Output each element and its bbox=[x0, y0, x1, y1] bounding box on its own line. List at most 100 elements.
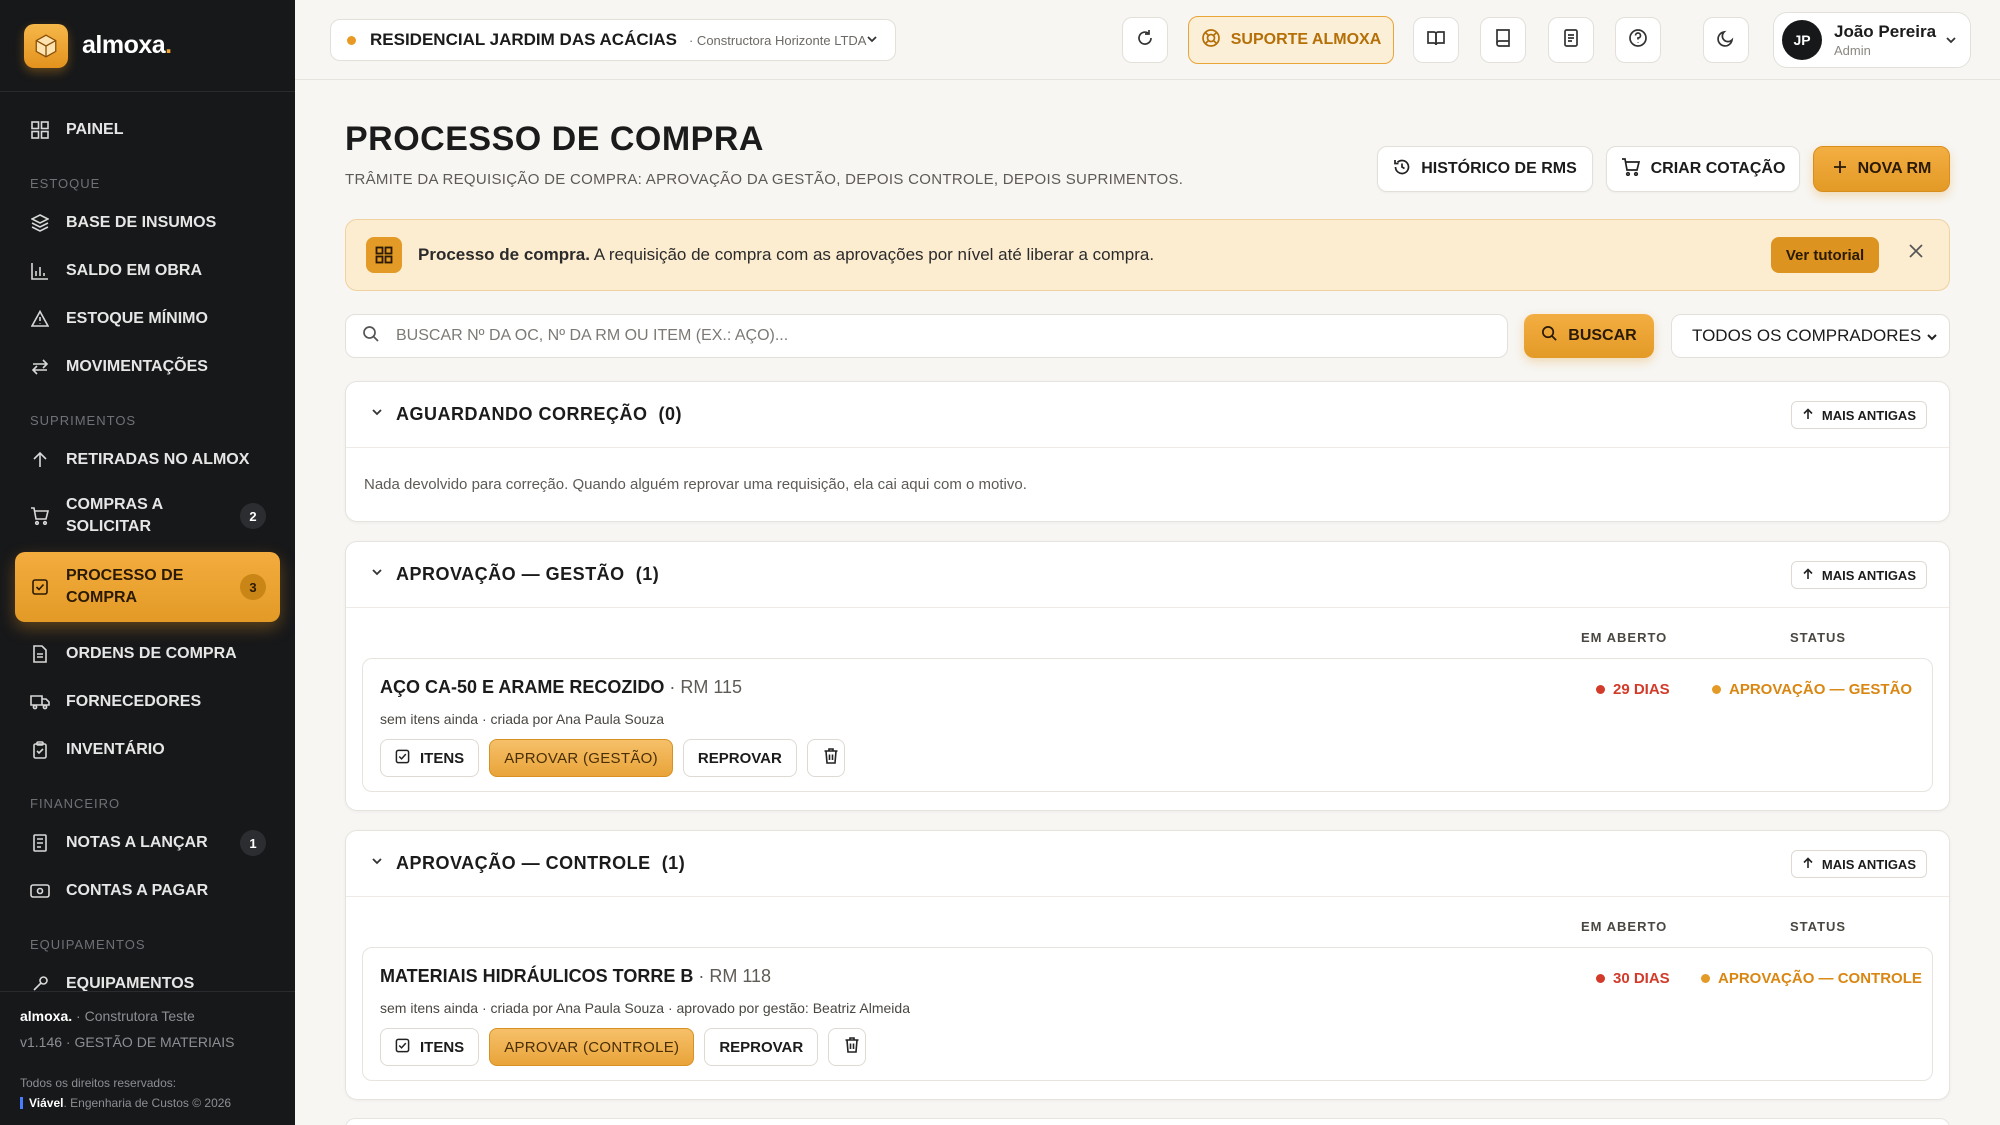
count-badge: 2 bbox=[240, 503, 266, 529]
sidebar-item-label: FORNECEDORES bbox=[66, 693, 202, 710]
section-label-estoque: ESTOQUE bbox=[30, 176, 101, 191]
search-button[interactable]: BUSCAR bbox=[1524, 314, 1654, 358]
lifebuoy-icon bbox=[1201, 28, 1221, 53]
sidebar-item-fornecedores[interactable]: FORNECEDORES bbox=[15, 678, 280, 726]
items-button[interactable]: ITENS bbox=[380, 1028, 480, 1066]
sidebar-item-notas[interactable]: NOTAS A LANÇAR 1 bbox=[15, 819, 280, 867]
empty-message: Nada devolvido para correção. Quando alg… bbox=[364, 476, 1027, 493]
sidebar-item-contas-pagar[interactable]: CONTAS A PAGAR bbox=[15, 867, 280, 915]
arrow-up-icon bbox=[1802, 856, 1814, 872]
section-title: APROVAÇÃO — GESTÃO (1) bbox=[396, 564, 660, 584]
status-badge: APROVAÇÃO — CONTROLE bbox=[1701, 970, 1922, 987]
sidebar-item-label: BASE DE INSUMOS bbox=[66, 214, 217, 231]
sidebar-footer: almoxa. · Construtora Teste v1.146 · GES… bbox=[0, 991, 295, 1125]
banner-text: Processo de compra. A requisição de comp… bbox=[418, 245, 1155, 264]
section-header[interactable]: APROVAÇÃO — CONTROLE (1) MAIS ANTIGAS bbox=[346, 831, 1949, 897]
search-field[interactable] bbox=[345, 314, 1508, 358]
refresh-button[interactable] bbox=[1122, 17, 1168, 63]
info-banner: Processo de compra. A requisição de comp… bbox=[345, 219, 1950, 291]
section-label-financeiro: FINANCEIRO bbox=[30, 796, 121, 811]
user-name: João Pereira bbox=[1834, 22, 1937, 41]
checklist-icon bbox=[30, 577, 50, 597]
column-headers: EM ABERTO STATUS bbox=[346, 608, 1949, 658]
sidebar-item-saldo-obra[interactable]: SALDO EM OBRA bbox=[15, 247, 280, 295]
reject-button[interactable]: REPROVAR bbox=[682, 739, 797, 777]
search-input[interactable] bbox=[396, 327, 1476, 345]
avatar: JP bbox=[1782, 20, 1822, 60]
create-quote-button[interactable]: CRIAR COTAÇÃO bbox=[1606, 146, 1800, 192]
sidebar-item-label: ESTOQUE MÍNIMO bbox=[66, 310, 208, 327]
sidebar-item-ordens-compra[interactable]: ORDENS DE COMPRA bbox=[15, 630, 280, 678]
section-aprovacao-gestao: APROVAÇÃO — GESTÃO (1) MAIS ANTIGAS EM A… bbox=[345, 541, 1950, 811]
section-header[interactable]: APROVAÇÃO — GESTÃO (1) MAIS ANTIGAS bbox=[346, 542, 1949, 608]
project-selector[interactable]: RESIDENCIAL JARDIM DAS ACÁCIAS · Constru… bbox=[330, 19, 896, 61]
approve-gestao-button[interactable]: APROVAR (GESTÃO) bbox=[489, 739, 673, 777]
delete-button[interactable] bbox=[828, 1028, 867, 1066]
grid-icon bbox=[30, 120, 50, 140]
support-label: SUPORTE ALMOXA bbox=[1230, 31, 1382, 48]
tutorial-button[interactable]: Ver tutorial bbox=[1771, 237, 1879, 273]
section-aguardando-correcao: AGUARDANDO CORREÇÃO (0) MAIS ANTIGAS Nad… bbox=[345, 381, 1950, 522]
checkbox-icon bbox=[395, 749, 410, 768]
help-button[interactable] bbox=[1615, 17, 1661, 63]
project-company: · Constructora Horizonte LTDA bbox=[688, 32, 867, 48]
sidebar: almoxa. PAINEL ESTOQUE BASE DE INSUMOS S… bbox=[0, 0, 295, 1125]
sidebar-item-processo-compra[interactable]: PROCESSO DE COMPRA 3 bbox=[15, 552, 280, 622]
section-label-equipamentos: EQUIPAMENTOS bbox=[30, 937, 146, 952]
items-button[interactable]: ITENS bbox=[380, 739, 480, 777]
support-button[interactable]: SUPORTE ALMOXA bbox=[1188, 16, 1394, 64]
user-info: João Pereira Admin bbox=[1834, 22, 1936, 58]
section-label-suprimentos: SUPRIMENTOS bbox=[30, 413, 137, 428]
brand-name: almoxa. bbox=[82, 31, 172, 59]
column-headers: EM ABERTO STATUS bbox=[346, 897, 1949, 947]
new-rm-button[interactable]: NOVA RM bbox=[1813, 146, 1950, 192]
sidebar-item-retiradas[interactable]: RETIRADAS NO ALMOX bbox=[15, 436, 280, 484]
approve-controle-button[interactable]: APROVAR (CONTROLE) bbox=[489, 1028, 695, 1066]
sidebar-item-estoque-minimo[interactable]: ESTOQUE MÍNIMO bbox=[15, 295, 280, 343]
sort-oldest-button[interactable]: MAIS ANTIGAS bbox=[1790, 401, 1927, 429]
sidebar-item-label: NOTAS A LANÇAR bbox=[66, 834, 208, 851]
open-book-icon bbox=[1426, 28, 1446, 53]
arrow-up-icon bbox=[1802, 567, 1814, 583]
column-header-status: STATUS bbox=[1790, 630, 1847, 645]
requisition-card[interactable]: MATERIAIS HIDRÁULICOS TORRE B · RM 118 s… bbox=[362, 947, 1933, 1081]
manual-button[interactable] bbox=[1413, 17, 1459, 63]
sidebar-item-movimentacoes[interactable]: MOVIMENTAÇÕES bbox=[15, 343, 280, 391]
sidebar-item-compras-solicitar[interactable]: COMPRAS A SOLICITAR 2 bbox=[15, 484, 280, 548]
sidebar-item-label: SALDO EM OBRA bbox=[66, 262, 202, 279]
card-actions: ITENS APROVAR (GESTÃO) REPROVAR bbox=[380, 739, 855, 777]
brand[interactable]: almoxa. bbox=[0, 0, 295, 92]
trash-icon bbox=[823, 747, 839, 769]
section-header[interactable]: AGUARDANDO CORREÇÃO (0) MAIS ANTIGAS bbox=[346, 382, 1949, 448]
search-icon bbox=[1541, 325, 1558, 347]
button-label: HISTÓRICO DE RMS bbox=[1421, 160, 1577, 177]
sort-oldest-button[interactable]: MAIS ANTIGAS bbox=[1790, 561, 1927, 589]
rm-history-button[interactable]: HISTÓRICO DE RMS bbox=[1377, 146, 1593, 192]
requisition-title: AÇO CA-50 E ARAME RECOZIDO · RM 115 bbox=[380, 677, 743, 697]
column-header-aberto: EM ABERTO bbox=[1581, 919, 1668, 934]
notes-button[interactable] bbox=[1548, 17, 1594, 63]
footer-version: v1.146 · GESTÃO DE MATERIAIS bbox=[20, 1034, 235, 1050]
sidebar-item-painel[interactable]: PAINEL bbox=[15, 106, 280, 154]
section-aprovacao-controle: APROVAÇÃO — CONTROLE (1) MAIS ANTIGAS EM… bbox=[345, 830, 1950, 1100]
sidebar-item-label: ORDENS DE COMPRA bbox=[66, 645, 237, 662]
delete-button[interactable] bbox=[806, 739, 845, 777]
close-icon[interactable] bbox=[1907, 242, 1925, 265]
chevron-down-icon bbox=[865, 32, 879, 51]
guide-button[interactable] bbox=[1480, 17, 1526, 63]
theme-toggle-button[interactable] bbox=[1703, 17, 1749, 63]
requisition-card[interactable]: AÇO CA-50 E ARAME RECOZIDO · RM 115 sem … bbox=[362, 658, 1933, 792]
sort-oldest-button[interactable]: MAIS ANTIGAS bbox=[1790, 850, 1927, 878]
swap-arrows-icon bbox=[30, 357, 50, 377]
sidebar-item-label: MOVIMENTAÇÕES bbox=[66, 358, 208, 375]
user-role: Admin bbox=[1834, 43, 1871, 58]
sidebar-item-base-insumos[interactable]: BASE DE INSUMOS bbox=[15, 199, 280, 247]
footer-brand: almoxa. · Construtora Teste bbox=[20, 1008, 195, 1024]
sidebar-item-inventario[interactable]: INVENTÁRIO bbox=[15, 726, 280, 774]
user-menu[interactable]: JP João Pereira Admin bbox=[1773, 12, 1971, 68]
reject-button[interactable]: REPROVAR bbox=[704, 1028, 819, 1066]
receipt-icon bbox=[30, 833, 50, 853]
requisition-meta: sem itens ainda · criada por Ana Paula S… bbox=[380, 1000, 910, 1016]
buyer-select[interactable]: TODOS OS COMPRADORES bbox=[1671, 314, 1950, 358]
checkbox-icon bbox=[395, 1038, 410, 1057]
